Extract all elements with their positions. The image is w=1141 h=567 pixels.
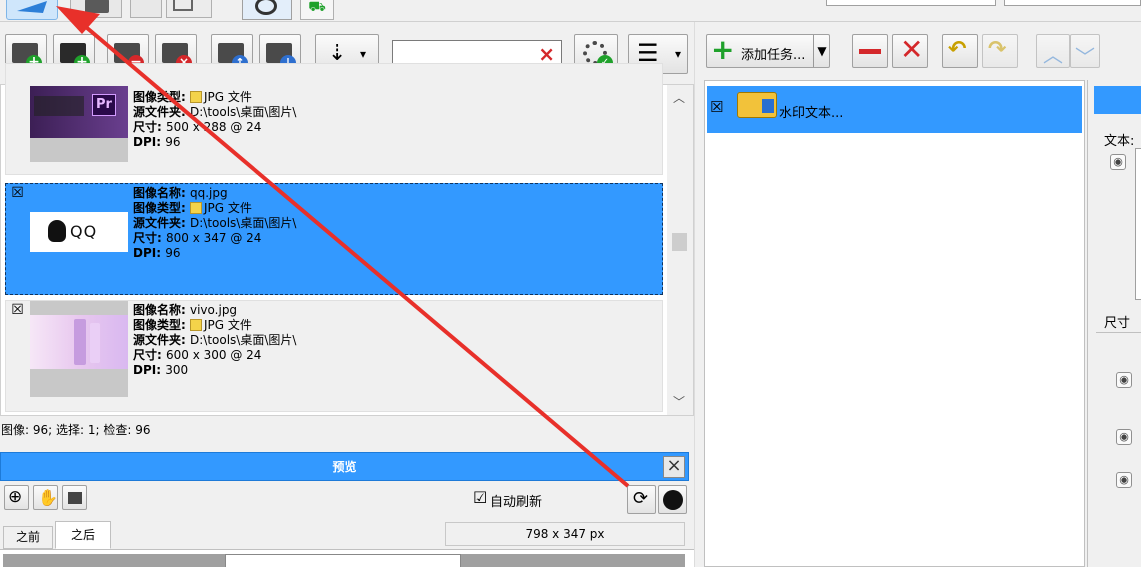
preview-canvas[interactable] [0, 549, 694, 567]
redo-button[interactable]: ↷ [982, 34, 1018, 68]
properties-header [1094, 86, 1141, 114]
watermark-icon [737, 92, 777, 118]
jpg-file-icon [190, 91, 202, 103]
scrollbar-thumb[interactable] [672, 233, 687, 251]
add-task-dropdown-icon[interactable]: ▼ [813, 35, 830, 67]
task-item-selected[interactable]: ☒ 水印文本... [707, 86, 1082, 133]
undo-button[interactable]: ↶ [942, 34, 978, 68]
play-icon [17, 1, 47, 13]
status-bar: 图像: 96; 选择: 1; 检查: 96 [1, 423, 151, 437]
run-button[interactable] [6, 0, 58, 20]
task-down-button[interactable]: ﹀ [1070, 34, 1100, 69]
sort-dropdown-icon: ▾ [360, 47, 367, 61]
image-thumbnail [30, 301, 128, 397]
delete-task-button[interactable]: ✕ [892, 33, 928, 68]
refresh-button[interactable]: ⟳ [627, 485, 656, 514]
vertical-splitter[interactable] [694, 22, 702, 567]
minus-icon [859, 49, 881, 54]
chevron-up-icon: ︿ [1043, 43, 1063, 67]
preview-header: 预览 × [0, 452, 689, 481]
preview-dimensions-text: 798 x 347 px [525, 527, 605, 541]
view-dropdown-icon: ▾ [675, 47, 682, 61]
plus-icon: + [711, 33, 735, 66]
jpg-file-icon [190, 319, 202, 331]
task-toolbar: + 添加任务... ▼ ✕ ↶ ↷ ︿ ﹀ [702, 26, 1100, 76]
toolbar-right-field-2[interactable] [1004, 0, 1141, 6]
toolbar-button-4[interactable] [166, 0, 212, 18]
redo-icon: ↷ [988, 37, 1007, 62]
preview-title: 预览 [332, 460, 357, 474]
undo-icon: ↶ [948, 37, 967, 62]
auto-refresh-checkbox[interactable]: ☑ [473, 488, 487, 507]
size-settings-icon-1[interactable]: ◉ [1116, 372, 1132, 388]
properties-panel: 文本: ◉ 尺寸 ◉ ◉ ◉ [1087, 80, 1141, 567]
item-info: 图像名称: qq.jpg 图像类型: JPG 文件 源文件夹: D:\tools… [133, 186, 297, 260]
preview-tabs: 之前 之后 798 x 347 px [0, 519, 694, 549]
qq-logo-text: QQ [70, 222, 98, 241]
color-button[interactable] [658, 485, 687, 514]
toolbar-right-field-1[interactable] [826, 0, 996, 6]
item-info: 图像类型: JPG 文件 源文件夹: D:\tools\桌面\图片\ 尺寸: 5… [133, 90, 297, 149]
scroll-up-icon[interactable]: ︿ [673, 89, 685, 106]
chevron-down-icon: ﹀ [1075, 45, 1095, 69]
item-checkbox[interactable]: ☒ [11, 303, 24, 317]
tab-after[interactable]: 之后 [55, 521, 111, 549]
zoom-icon: ⊕ [8, 487, 23, 507]
zoom-button[interactable]: ⊕ [4, 485, 29, 510]
list-item[interactable]: Pr 图像类型: JPG 文件 源文件夹: D:\tools\桌面\图片\ 尺寸… [5, 63, 663, 175]
text-input-area[interactable] [1135, 148, 1141, 300]
tab-before[interactable]: 之前 [3, 526, 53, 549]
cart-icon[interactable]: ⛟ [300, 0, 334, 20]
toolbar-button-2[interactable] [70, 0, 122, 18]
item-checkbox[interactable]: ☒ [11, 186, 24, 200]
size-label: 尺寸 [1104, 316, 1131, 331]
hand-icon: ✋ [38, 488, 58, 507]
remove-task-button[interactable] [852, 34, 888, 68]
tab-after-label: 之后 [70, 528, 95, 542]
list-scrollbar[interactable]: ︿ ﹀ [667, 85, 693, 415]
toolbar-button-3[interactable] [130, 0, 162, 18]
preview-toolbar: ⊕ ✋ ☑ 自动刷新 ⟳ [0, 481, 694, 519]
image-thumbnail: Pr [30, 86, 128, 162]
task-label: 水印文本... [779, 106, 844, 121]
scroll-down-icon[interactable]: ﹀ [673, 393, 685, 410]
premiere-logo-icon: Pr [92, 94, 116, 116]
black-circle-icon [663, 490, 683, 510]
size-settings-icon-2[interactable]: ◉ [1116, 429, 1132, 445]
size-settings-icon-3[interactable]: ◉ [1116, 472, 1132, 488]
pan-button[interactable]: ✋ [33, 485, 58, 510]
top-toolbar: ⛟ [0, 0, 1141, 22]
task-list[interactable]: ☒ 水印文本... [704, 80, 1085, 567]
image-thumbnail: QQ [30, 184, 128, 280]
close-preview-icon[interactable]: × [663, 456, 685, 478]
delete-x-icon: ✕ [900, 33, 924, 66]
image-list[interactable]: Pr 图像类型: JPG 文件 源文件夹: D:\tools\桌面\图片\ 尺寸… [0, 63, 694, 416]
item-info: 图像名称: vivo.jpg 图像类型: JPG 文件 源文件夹: D:\too… [133, 303, 297, 377]
fit-icon [68, 492, 82, 504]
add-task-label: 添加任务... [741, 48, 806, 63]
list-item-selected[interactable]: ☒ QQ 图像名称: qq.jpg 图像类型: JPG 文件 源文件夹: D:\… [5, 183, 663, 295]
list-item[interactable]: ☒ 图像名称: vivo.jpg 图像类型: JPG 文件 源文件夹: D:\t… [5, 300, 663, 412]
refresh-icon: ⟳ [633, 488, 649, 509]
qq-penguin-icon [48, 220, 66, 242]
task-up-button[interactable]: ︿ [1036, 34, 1070, 68]
auto-refresh-label: 自动刷新 [490, 495, 543, 510]
tab-before-label: 之前 [15, 530, 40, 544]
task-checkbox[interactable]: ☒ [710, 98, 723, 116]
fit-button[interactable] [62, 485, 87, 510]
size-tab-line [1096, 332, 1141, 333]
add-task-button[interactable]: + 添加任务... ▼ [706, 33, 830, 68]
preview-dimensions: 798 x 347 px [445, 522, 685, 546]
text-settings-icon[interactable]: ◉ [1110, 154, 1126, 170]
jpg-file-icon [190, 202, 202, 214]
toolbar-button-5[interactable] [242, 0, 292, 20]
text-label: 文本: [1104, 134, 1135, 149]
